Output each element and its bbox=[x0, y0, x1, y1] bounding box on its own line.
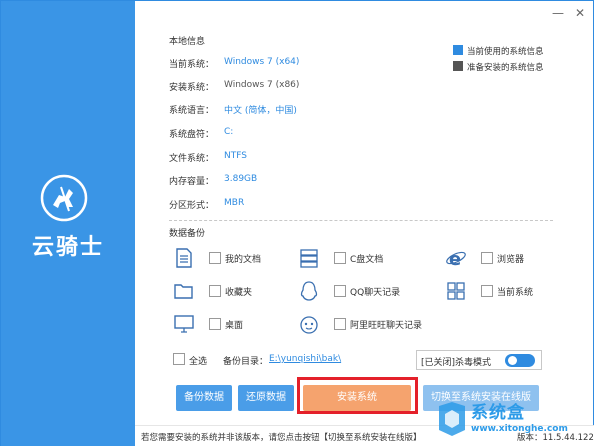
status-text: 若您需要安装的系统并非该版本，请您点击按钮【切换至系统安装在线版】 bbox=[141, 433, 422, 443]
info-value: MBR bbox=[224, 198, 245, 208]
watermark-logo-icon bbox=[439, 402, 465, 436]
close-button[interactable]: ✕ bbox=[572, 5, 588, 21]
favorites-checkbox[interactable] bbox=[209, 285, 221, 297]
c-drive-docs-checkbox[interactable] bbox=[334, 252, 346, 264]
backup-item-label: QQ聊天记录 bbox=[350, 288, 401, 298]
restore-data-button[interactable]: 还原数据 bbox=[238, 385, 294, 411]
windows-icon bbox=[447, 282, 465, 300]
toggle-knob bbox=[508, 356, 517, 365]
info-label: 文件系统： bbox=[169, 154, 215, 164]
info-label: 当前系统： bbox=[169, 60, 215, 70]
info-label: 系统盘符： bbox=[169, 130, 215, 140]
backup-item-current-system: 当前系统 bbox=[445, 280, 555, 306]
server-icon bbox=[300, 249, 318, 268]
backup-item-browser: e 浏览器 bbox=[445, 247, 555, 273]
info-value: NTFS bbox=[224, 151, 247, 161]
legend-swatch-blue bbox=[453, 45, 463, 55]
divider bbox=[169, 220, 553, 221]
qq-chat-checkbox[interactable] bbox=[334, 285, 346, 297]
info-label: 分区形式： bbox=[169, 201, 215, 211]
antivirus-toggle[interactable] bbox=[505, 354, 535, 367]
browser-checkbox[interactable] bbox=[481, 252, 493, 264]
antivirus-mode-box: [已关闭]杀毒模式 bbox=[416, 350, 542, 370]
legend-text: 准备安装的系统信息 bbox=[467, 63, 544, 73]
info-value: Windows 7 (x64) bbox=[224, 57, 300, 67]
backup-item-label: C盘文档 bbox=[350, 255, 384, 265]
sidebar: 云骑士 bbox=[1, 1, 135, 446]
knight-logo-icon bbox=[40, 174, 88, 222]
backup-item-label: 收藏夹 bbox=[225, 288, 253, 298]
brand-name: 云骑士 bbox=[31, 235, 104, 260]
qq-icon bbox=[300, 281, 318, 301]
my-documents-checkbox[interactable] bbox=[209, 252, 221, 264]
info-label: 系统语言： bbox=[169, 106, 215, 116]
info-label: 内存容量： bbox=[169, 177, 215, 187]
desktop-checkbox[interactable] bbox=[209, 318, 221, 330]
info-value: 3.89GB bbox=[224, 174, 258, 184]
backup-dir-link[interactable]: E:\yunqishi\bak\ bbox=[269, 354, 341, 364]
antivirus-mode-label: [已关闭]杀毒模式 bbox=[421, 358, 492, 368]
info-value: 中文 (简体，中国) bbox=[224, 106, 297, 116]
monitor-icon bbox=[174, 315, 194, 333]
backup-item-desktop: 桌面 bbox=[173, 313, 293, 339]
backup-item-my-documents: 我的文档 bbox=[173, 247, 293, 273]
backup-dir-label: 备份目录： bbox=[223, 357, 269, 367]
backup-item-favorites: 收藏夹 bbox=[173, 280, 293, 306]
info-value: C: bbox=[224, 127, 234, 137]
backup-title: 数据备份 bbox=[169, 229, 206, 239]
backup-item-qq-chat: QQ聊天记录 bbox=[298, 280, 428, 306]
current-system-checkbox[interactable] bbox=[481, 285, 493, 297]
site-watermark: 系统盒 www.xitonghe.com bbox=[433, 396, 593, 444]
folder-icon bbox=[174, 284, 193, 299]
backup-item-label: 当前系统 bbox=[497, 288, 534, 298]
info-value: Windows 7 (x86) bbox=[224, 80, 300, 90]
backup-item-c-drive-docs: C盘文档 bbox=[298, 247, 418, 273]
legend-swatch-gray bbox=[453, 61, 463, 71]
minimize-button[interactable]: — bbox=[550, 5, 566, 21]
wangwang-chat-checkbox[interactable] bbox=[334, 318, 346, 330]
wangwang-icon bbox=[300, 316, 318, 334]
watermark-title: 系统盒 bbox=[471, 403, 525, 423]
svg-text:e: e bbox=[449, 249, 461, 269]
info-label: 安装系统： bbox=[169, 83, 215, 93]
backup-item-label: 我的文档 bbox=[225, 255, 262, 265]
install-highlight-frame bbox=[297, 377, 418, 414]
document-icon bbox=[176, 248, 192, 268]
watermark-url: www.xitonghe.com bbox=[471, 424, 568, 434]
select-all-checkbox[interactable] bbox=[173, 353, 185, 365]
backup-item-label: 阿里旺旺聊天记录 bbox=[350, 321, 423, 331]
backup-item-label: 桌面 bbox=[225, 321, 244, 331]
legend-text: 当前使用的系统信息 bbox=[467, 47, 544, 57]
backup-item-label: 浏览器 bbox=[497, 255, 525, 265]
app-window: 云骑士 — ✕ 本地信息 当前系统： Windows 7 (x64) 安装系统：… bbox=[0, 0, 594, 446]
ie-icon: e bbox=[446, 249, 466, 269]
backup-item-wangwang-chat: 阿里旺旺聊天记录 bbox=[298, 313, 438, 339]
select-all-label: 全选 bbox=[189, 357, 208, 367]
local-info-title: 本地信息 bbox=[169, 37, 206, 47]
backup-data-button[interactable]: 备份数据 bbox=[176, 385, 232, 411]
